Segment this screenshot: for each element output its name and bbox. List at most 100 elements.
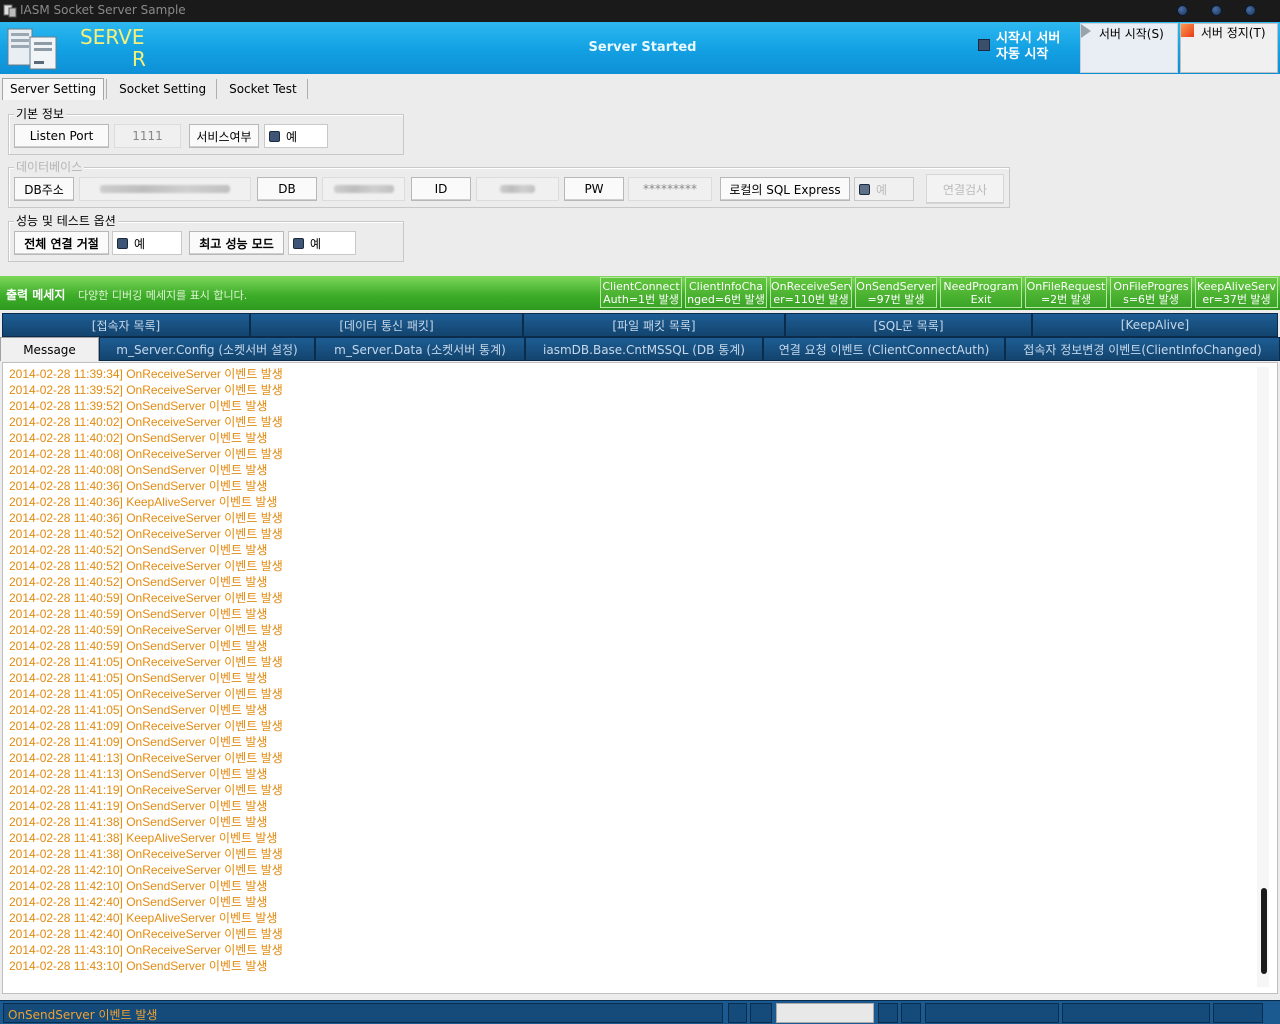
log-line: 2014-02-28 11:40:36] OnReceiveServer 이벤트… xyxy=(9,511,283,525)
counter-client-info-changed: ClientInfoCha nged=6번 발생 xyxy=(685,277,767,308)
stop-server-button[interactable]: 서버 정지(T) xyxy=(1180,23,1278,73)
minimize-button[interactable] xyxy=(1177,5,1188,16)
log-line: 2014-02-28 11:41:19] OnSendServer 이벤트 발생 xyxy=(9,799,268,813)
log-scrollbar-thumb[interactable] xyxy=(1261,888,1267,974)
db-label: DB xyxy=(257,177,317,201)
log-line: 2014-02-28 11:40:59] OnReceiveServer 이벤트… xyxy=(9,591,283,605)
log-line: 2014-02-28 11:40:08] OnReceiveServer 이벤트… xyxy=(9,447,283,461)
local-sql-label: 로컬의 SQL Express xyxy=(720,177,850,201)
start-server-button[interactable]: 서버 시작(S) xyxy=(1080,23,1178,73)
log-line: 2014-02-28 11:40:52] OnSendServer 이벤트 발생 xyxy=(9,575,268,589)
log-line: 2014-02-28 11:40:59] OnSendServer 이벤트 발생 xyxy=(9,639,268,653)
log-line: 2014-02-28 11:43:10] OnSendServer 이벤트 발생 xyxy=(9,959,268,973)
id-field[interactable] xyxy=(476,177,559,201)
tab-socket-test[interactable]: Socket Test xyxy=(221,78,305,100)
status-progress xyxy=(776,1003,874,1023)
log-line: 2014-02-28 11:41:13] OnReceiveServer 이벤트… xyxy=(9,751,283,765)
close-button[interactable] xyxy=(1245,5,1256,16)
play-icon xyxy=(1081,24,1091,38)
title-bar: IASM Socket Server Sample xyxy=(0,0,1280,22)
log-line: 2014-02-28 11:41:05] OnSendServer 이벤트 발생 xyxy=(9,671,268,685)
checkbox-icon xyxy=(269,130,280,142)
log-line: 2014-02-28 11:41:09] OnReceiveServer 이벤트… xyxy=(9,719,283,733)
listen-port-field[interactable]: 1111 xyxy=(114,124,181,148)
db-name-field[interactable] xyxy=(322,177,405,201)
log-line: 2014-02-28 11:41:09] OnSendServer 이벤트 발생 xyxy=(9,735,268,749)
counter-client-connect-auth: ClientConnect Auth=1번 발생 xyxy=(600,277,682,308)
server-logo: SERVE R xyxy=(80,26,146,70)
log-line: 2014-02-28 11:42:10] OnSendServer 이벤트 발생 xyxy=(9,879,268,893)
tab-server-config[interactable]: m_Server.Config (소켓서버 설정) xyxy=(99,337,315,361)
log-line: 2014-02-28 11:41:38] OnReceiveServer 이벤트… xyxy=(9,847,283,861)
counter-on-file-request: OnFileRequest =2번 발생 xyxy=(1025,277,1107,308)
auto-start-label: 시작시 서버 자동 시작 xyxy=(996,31,1061,62)
tab-data-packets[interactable]: [데이터 통신 패킷] xyxy=(250,313,523,337)
log-line: 2014-02-28 11:39:52] OnReceiveServer 이벤트… xyxy=(9,383,283,397)
log-line: 2014-02-28 11:39:34] OnReceiveServer 이벤트… xyxy=(9,367,283,381)
log-line: 2014-02-28 11:42:40] OnReceiveServer 이벤트… xyxy=(9,927,283,941)
local-sql-check-label: 예 xyxy=(876,182,888,197)
tab-sql-list[interactable]: [SQL문 목록] xyxy=(785,313,1032,337)
log-line: 2014-02-28 11:41:05] OnReceiveServer 이벤트… xyxy=(9,687,283,701)
checkbox-icon xyxy=(293,237,304,249)
start-server-label: 서버 시작(S) xyxy=(1098,27,1164,41)
pw-field[interactable]: ********* xyxy=(628,177,712,201)
tab-client-connect-auth[interactable]: 연결 요청 이벤트 (ClientConnectAuth) xyxy=(763,337,1005,361)
log-line: 2014-02-28 11:41:38] OnSendServer 이벤트 발생 xyxy=(9,815,268,829)
tab-file-packets[interactable]: [파일 패킷 목록] xyxy=(523,313,785,337)
log-line: 2014-02-28 11:39:52] OnSendServer 이벤트 발생 xyxy=(9,399,268,413)
log-line: 2014-02-28 11:41:05] OnReceiveServer 이벤트… xyxy=(9,655,283,669)
tab-server-data[interactable]: m_Server.Data (소켓서버 통계) xyxy=(315,337,525,361)
log-line: 2014-02-28 11:40:59] OnSendServer 이벤트 발생 xyxy=(9,607,268,621)
pw-label: PW xyxy=(564,177,624,201)
log-line: 2014-02-28 11:40:52] OnSendServer 이벤트 발생 xyxy=(9,543,268,557)
window-title: IASM Socket Server Sample xyxy=(20,3,186,17)
stop-server-label: 서버 정지(T) xyxy=(1200,26,1266,40)
log-list: 2014-02-28 11:39:34] OnReceiveServer 이벤트… xyxy=(9,366,283,974)
log-line: 2014-02-28 11:41:19] OnReceiveServer 이벤트… xyxy=(9,783,283,797)
message-log[interactable]: 2014-02-28 11:39:34] OnReceiveServer 이벤트… xyxy=(2,362,1278,994)
inner-tabs-row-1: [접속자 목록] [데이터 통신 패킷] [파일 패킷 목록] [SQL문 목록… xyxy=(2,313,1278,337)
counter-on-send-server: OnSendServer =97번 발생 xyxy=(855,277,937,308)
logo-line-1: SERVE xyxy=(80,25,145,49)
tab-connected-users[interactable]: [접속자 목록] xyxy=(2,313,250,337)
output-description: 다양한 디버깅 메세지를 표시 합니다. xyxy=(78,289,248,302)
max-perf-checkbox[interactable]: 예 xyxy=(288,231,356,255)
local-sql-checkbox[interactable]: 예 xyxy=(854,177,914,201)
auto-start-checkbox[interactable] xyxy=(978,39,990,51)
server-icon xyxy=(7,28,57,70)
test-connection-button[interactable]: 연결검사 xyxy=(926,174,1004,204)
output-title: 출력 메세지 xyxy=(6,288,66,302)
maximize-button[interactable] xyxy=(1211,5,1222,16)
listen-port-label: Listen Port xyxy=(14,124,109,148)
inner-tabs-row-2: Message m_Server.Config (소켓서버 설정) m_Serv… xyxy=(0,337,1280,361)
log-line: 2014-02-28 11:40:36] KeepAliveServer 이벤트… xyxy=(9,495,278,509)
output-header: 출력 메세지 다양한 디버깅 메세지를 표시 합니다. ClientConnec… xyxy=(0,276,1280,310)
log-line: 2014-02-28 11:42:10] OnReceiveServer 이벤트… xyxy=(9,863,283,877)
database-title: 데이터베이스 xyxy=(14,158,85,175)
service-checkbox[interactable]: 예 xyxy=(264,124,328,148)
status-cell xyxy=(901,1003,921,1023)
tab-server-setting[interactable]: Server Setting xyxy=(2,78,105,100)
tab-keepalive[interactable]: [KeepAlive] xyxy=(1032,313,1278,337)
tab-db-stats[interactable]: iasmDB.Base.CntMSSQL (DB 통계) xyxy=(525,337,763,361)
reject-all-check-label: 예 xyxy=(134,236,146,251)
log-line: 2014-02-28 11:41:05] OnSendServer 이벤트 발생 xyxy=(9,703,268,717)
basic-info-title: 기본 정보 xyxy=(14,105,66,122)
status-cell xyxy=(750,1003,772,1023)
max-perf-check-label: 예 xyxy=(310,236,322,251)
tab-socket-setting[interactable]: Socket Setting xyxy=(111,78,214,100)
reject-all-label: 전체 연결 거절 xyxy=(14,231,109,255)
db-address-field[interactable] xyxy=(79,177,251,201)
log-line: 2014-02-28 11:42:40] OnSendServer 이벤트 발생 xyxy=(9,895,268,909)
status-cell xyxy=(878,1003,898,1023)
log-line: 2014-02-28 11:40:52] OnReceiveServer 이벤트… xyxy=(9,559,283,573)
log-line: 2014-02-28 11:42:40] KeepAliveServer 이벤트… xyxy=(9,911,278,925)
perf-options-title: 성능 및 테스트 옵션 xyxy=(14,212,118,229)
reject-all-checkbox[interactable]: 예 xyxy=(112,231,182,255)
tab-message[interactable]: Message xyxy=(0,337,99,361)
counter-need-program-exit: NeedProgram Exit xyxy=(940,277,1022,308)
tab-client-info-changed[interactable]: 접속자 정보변경 이벤트(ClientInfoChanged) xyxy=(1005,337,1280,361)
server-status: Server Started xyxy=(588,40,697,55)
status-message: OnSendServer 이벤트 발생 xyxy=(3,1003,723,1023)
